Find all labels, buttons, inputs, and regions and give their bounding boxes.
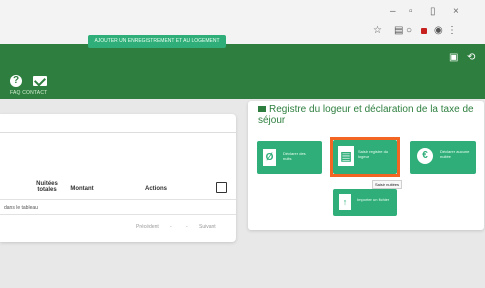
menu-icon[interactable]: ⋮: [447, 25, 457, 36]
maximize-icon[interactable]: ▫: [409, 6, 413, 17]
pager-separator: -: [170, 224, 172, 230]
pager-prev[interactable]: Précédent: [136, 224, 159, 230]
minimize-icon[interactable]: –: [390, 6, 396, 17]
panel-divider: [0, 132, 236, 133]
tile-label: Importer un fichier: [357, 197, 390, 202]
restore-icon[interactable]: ▯: [430, 6, 436, 17]
app-window: – ▫ ▯ × ☆ ▤ ○ ◉ ⋮ ▣ ⟲ ? FAQ CONTACT AJOU…: [0, 0, 485, 288]
tile-import-file[interactable]: ↑ Importer un fichier: [333, 189, 397, 216]
exit-icon[interactable]: ⟲: [467, 52, 475, 63]
table-empty-row: dans le tableau: [4, 205, 38, 211]
declarations-panel: [0, 114, 236, 242]
select-all-checkbox[interactable]: [216, 182, 227, 193]
help-icon[interactable]: ?: [10, 75, 22, 87]
registre-title-text: Registre du logeur et déclaration de la …: [258, 104, 474, 126]
calendar-icon: [258, 106, 266, 113]
extension-icon[interactable]: ▤: [394, 25, 403, 36]
browser-chrome: – ▫ ▯ × ☆ ▤ ○ ◉ ⋮: [0, 0, 485, 45]
red-extension-icon[interactable]: [421, 28, 427, 34]
tile-label: Déclarer des nuits: [283, 151, 306, 161]
row-divider: [0, 199, 236, 200]
window-icon[interactable]: ▣: [449, 52, 458, 63]
subnav-links[interactable]: FAQ CONTACT: [10, 90, 47, 96]
profile-icon[interactable]: ○: [406, 25, 412, 36]
col-actions: Actions: [144, 186, 167, 192]
highlight-box: [330, 137, 400, 177]
col-montant: Montant: [70, 186, 94, 192]
col-nuitees: Nuitées totales: [36, 181, 58, 193]
tile-no-nuitee[interactable]: € Déclarer aucune nuitée: [410, 141, 476, 174]
close-icon[interactable]: ×: [453, 6, 459, 17]
mail-icon[interactable]: [33, 76, 47, 86]
pager-separator: -: [186, 224, 188, 230]
no-euro-icon: €: [417, 148, 433, 164]
star-icon[interactable]: ☆: [373, 25, 382, 36]
add-record-button[interactable]: AJOUTER UN ENREGISTREMENT ET AU LOGEMENT: [88, 35, 226, 48]
tile-declare-nights[interactable]: Ø Déclarer des nuits: [257, 141, 322, 174]
tile-label: Déclarer aucune nuitée: [440, 149, 470, 159]
site-header: ▣ ⟲ ? FAQ CONTACT: [0, 44, 485, 99]
pager-next[interactable]: Suivant: [199, 224, 216, 230]
sync-icon[interactable]: ◉: [434, 25, 443, 36]
no-night-icon: Ø: [263, 149, 276, 166]
registre-title: Registre du logeur et déclaration de la …: [258, 104, 484, 126]
tooltip: Saisir nuitées: [372, 180, 403, 189]
upload-icon: ↑: [339, 194, 351, 210]
row-divider: [0, 214, 236, 215]
